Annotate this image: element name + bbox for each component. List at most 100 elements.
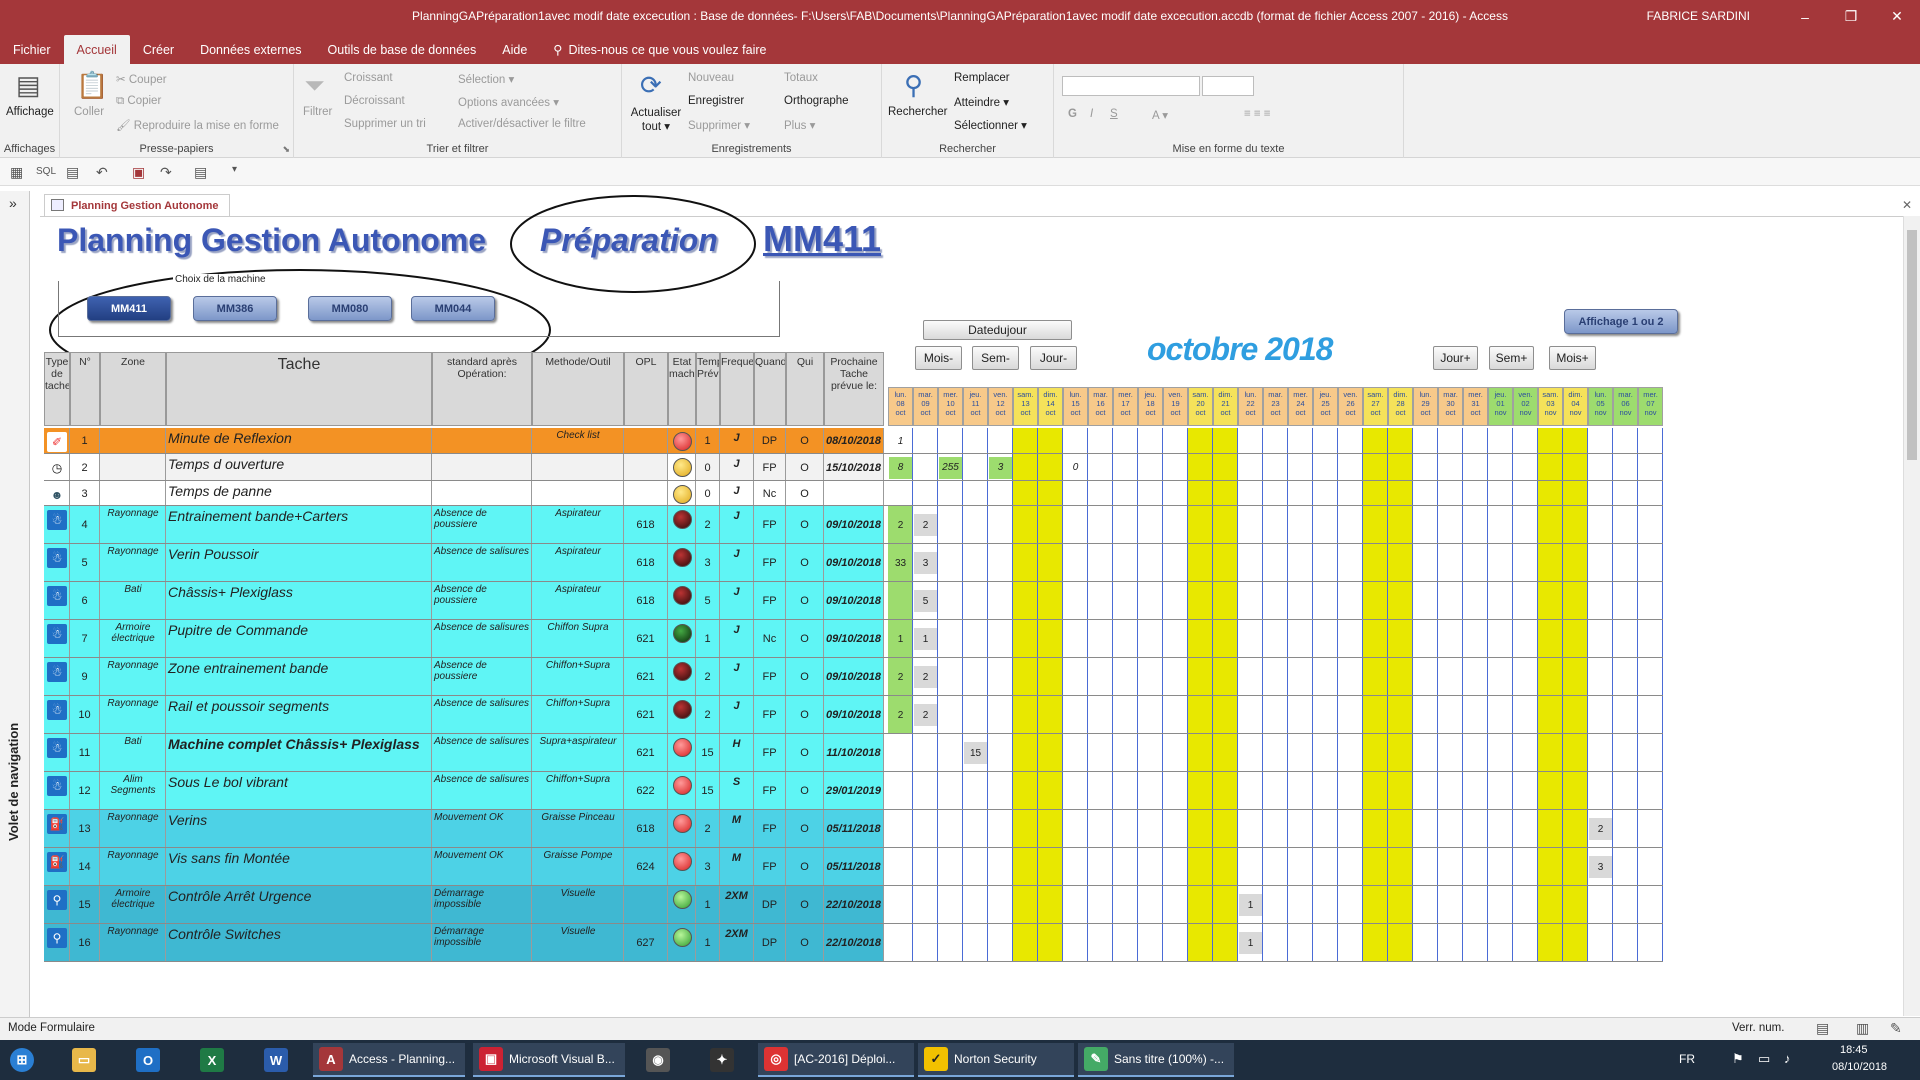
day-cell[interactable] xyxy=(1188,696,1213,733)
day-cell[interactable] xyxy=(1063,810,1088,847)
taskbar-paint[interactable]: ✎ Sans titre (100%) -... xyxy=(1078,1043,1234,1077)
day-cell[interactable] xyxy=(1588,734,1613,771)
day-cell[interactable] xyxy=(1013,886,1038,923)
cell-prochaine[interactable]: 09/10/2018 xyxy=(824,506,884,543)
day-cell[interactable] xyxy=(1513,658,1538,695)
couper-button[interactable]: ✂ Couper xyxy=(116,72,167,86)
day-cell[interactable] xyxy=(1263,772,1288,809)
enregistrer-button[interactable]: Enregistrer xyxy=(688,95,744,107)
day-cell[interactable] xyxy=(1513,886,1538,923)
day-cell[interactable] xyxy=(1463,506,1488,543)
day-cell[interactable] xyxy=(1513,772,1538,809)
close-button[interactable]: ✕ xyxy=(1874,0,1920,33)
supprimer-tri-button[interactable]: Supprimer un tri xyxy=(344,118,426,130)
day-cell[interactable] xyxy=(1163,886,1188,923)
day-cell[interactable] xyxy=(1488,924,1513,961)
day-cell[interactable] xyxy=(1338,696,1363,733)
day-cell[interactable] xyxy=(1088,506,1113,543)
day-cell[interactable] xyxy=(1238,544,1263,581)
save-icon[interactable]: ▣ xyxy=(132,164,145,181)
day-cell[interactable] xyxy=(1038,620,1063,657)
day-cell[interactable] xyxy=(1538,582,1563,619)
day-cell[interactable] xyxy=(1463,658,1488,695)
bold-button[interactable]: G xyxy=(1068,108,1077,120)
day-cell[interactable]: 33 xyxy=(888,544,913,581)
day-cell[interactable] xyxy=(1038,734,1063,771)
cell-prochaine[interactable]: 09/10/2018 xyxy=(824,620,884,657)
day-cell[interactable] xyxy=(1138,620,1163,657)
day-cell[interactable] xyxy=(1013,810,1038,847)
cell-prochaine[interactable]: 22/10/2018 xyxy=(824,886,884,923)
day-cell[interactable] xyxy=(1138,506,1163,543)
day-cell[interactable] xyxy=(1563,886,1588,923)
day-cell[interactable] xyxy=(1588,620,1613,657)
day-cell[interactable] xyxy=(1363,428,1388,453)
task-row[interactable]: ✐ 1 Minute de Reflexion Check list 1 J DP O 08/1… xyxy=(44,428,1663,454)
day-cell[interactable] xyxy=(1588,481,1613,505)
day-cell[interactable] xyxy=(1413,544,1438,581)
jour-minus-button[interactable]: Jour- xyxy=(1030,346,1077,370)
day-cell[interactable] xyxy=(963,481,988,505)
day-cell[interactable] xyxy=(1613,848,1638,885)
day-cell[interactable] xyxy=(1388,810,1413,847)
task-row[interactable]: ☃ 9 Rayonnage Zone entrainement bande Absenc… xyxy=(44,658,1663,696)
day-cell[interactable] xyxy=(1438,454,1463,480)
day-cell[interactable] xyxy=(1213,481,1238,505)
day-cell[interactable] xyxy=(1138,428,1163,453)
day-cell[interactable] xyxy=(1613,582,1638,619)
word-app[interactable]: W xyxy=(258,1043,294,1077)
day-cell[interactable] xyxy=(1388,924,1413,961)
day-cell[interactable] xyxy=(988,924,1013,961)
day-cell[interactable] xyxy=(1213,734,1238,771)
day-cell[interactable] xyxy=(1513,810,1538,847)
machine-state-icon[interactable] xyxy=(673,662,692,681)
day-cell[interactable] xyxy=(938,582,963,619)
day-cell[interactable] xyxy=(1463,924,1488,961)
day-cell[interactable] xyxy=(1463,696,1488,733)
day-cell[interactable] xyxy=(1438,428,1463,453)
day-cell[interactable] xyxy=(1538,428,1563,453)
day-cell[interactable] xyxy=(988,620,1013,657)
day-cell[interactable] xyxy=(1188,428,1213,453)
atteindre-button[interactable]: Atteindre ▾ xyxy=(954,95,1009,109)
day-cell[interactable]: 3 xyxy=(913,544,938,581)
task-row[interactable]: ☃ 6 Bati Châssis+ Plexiglass Absence de pous… xyxy=(44,582,1663,620)
day-cell[interactable] xyxy=(1238,454,1263,480)
day-cell[interactable] xyxy=(1388,544,1413,581)
day-cell[interactable] xyxy=(1613,696,1638,733)
day-cell[interactable] xyxy=(1563,734,1588,771)
day-cell[interactable] xyxy=(1563,544,1588,581)
day-cell[interactable] xyxy=(1038,658,1063,695)
day-cell[interactable] xyxy=(913,886,938,923)
day-cell[interactable] xyxy=(1163,810,1188,847)
day-cell[interactable] xyxy=(1388,506,1413,543)
day-cell[interactable] xyxy=(1238,734,1263,771)
day-cell[interactable] xyxy=(1288,658,1313,695)
task-row[interactable]: ☃ 11 Bati Machine complet Châssis+ Plexigla… xyxy=(44,734,1663,772)
day-cell[interactable] xyxy=(1238,428,1263,453)
day-cell[interactable] xyxy=(1363,772,1388,809)
day-cell[interactable] xyxy=(1288,772,1313,809)
day-cell[interactable] xyxy=(1338,734,1363,771)
day-cell[interactable] xyxy=(1338,848,1363,885)
day-cell[interactable] xyxy=(913,734,938,771)
day-cell[interactable] xyxy=(1563,454,1588,480)
day-cell[interactable] xyxy=(1613,886,1638,923)
day-cell[interactable] xyxy=(1363,481,1388,505)
day-cell[interactable] xyxy=(1638,734,1663,771)
day-cell[interactable] xyxy=(938,544,963,581)
machine-state-icon[interactable] xyxy=(673,510,692,529)
decroissant-button[interactable]: Décroissant xyxy=(344,95,405,107)
layout-view-icon[interactable]: ▥ xyxy=(1856,1020,1869,1037)
day-cell[interactable] xyxy=(1438,481,1463,505)
day-cell[interactable] xyxy=(1188,620,1213,657)
jour-plus-button[interactable]: Jour+ xyxy=(1433,346,1478,370)
day-cell[interactable] xyxy=(1313,582,1338,619)
cell-tache[interactable]: Contrôle Switches xyxy=(166,924,432,961)
day-cell[interactable] xyxy=(1538,886,1563,923)
day-cell[interactable] xyxy=(938,848,963,885)
day-cell[interactable] xyxy=(1513,734,1538,771)
day-cell[interactable] xyxy=(1313,544,1338,581)
day-cell[interactable] xyxy=(1363,734,1388,771)
day-cell[interactable]: 2 xyxy=(888,658,913,695)
